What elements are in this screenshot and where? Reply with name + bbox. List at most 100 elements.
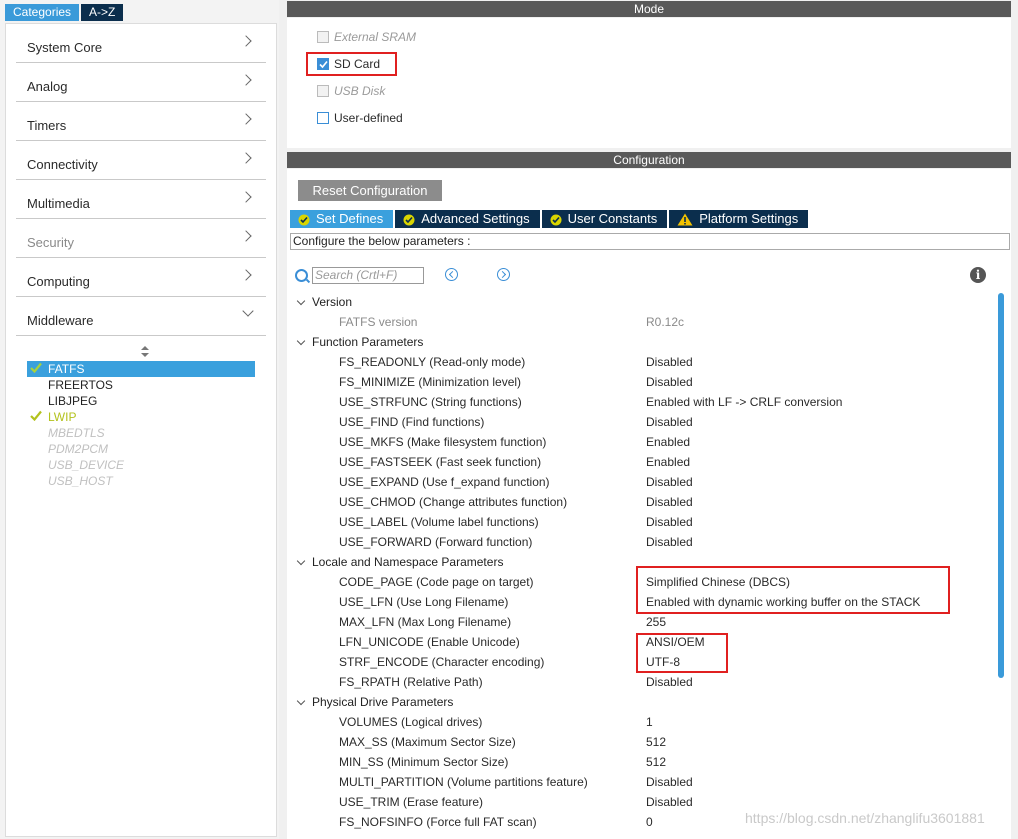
- category-middleware[interactable]: Middleware: [16, 297, 266, 336]
- group-version[interactable]: Version: [287, 292, 987, 312]
- param-row[interactable]: USE_MKFS (Make filesystem function) Enabl…: [287, 432, 987, 452]
- config-tabs: Set Defines Advanced Settings User Const…: [290, 210, 810, 228]
- param-value: Disabled: [646, 375, 693, 389]
- param-name: MAX_SS (Maximum Sector Size): [339, 735, 516, 749]
- category-label: System Core: [27, 40, 103, 55]
- previous-result-icon[interactable]: [445, 268, 458, 281]
- check-icon: [30, 410, 42, 421]
- mode-header: Mode: [287, 1, 1011, 17]
- param-value: Disabled: [646, 495, 693, 509]
- param-name: USE_TRIM (Erase feature): [339, 795, 484, 809]
- tab-a-to-z[interactable]: A->Z: [81, 4, 124, 21]
- param-row[interactable]: MIN_SS (Minimum Sector Size) 512: [287, 752, 987, 772]
- param-row[interactable]: USE_FORWARD (Forward function) Disabled: [287, 532, 987, 552]
- param-row[interactable]: USE_FASTSEEK (Fast seek function) Enabled: [287, 452, 987, 472]
- param-value: Disabled: [646, 675, 693, 689]
- chevron-right-icon: [240, 269, 252, 281]
- category-connectivity[interactable]: Connectivity: [16, 141, 266, 180]
- param-row[interactable]: USE_FIND (Find functions) Disabled: [287, 412, 987, 432]
- param-row[interactable]: USE_TRIM (Erase feature) Disabled: [287, 792, 987, 812]
- category-computing[interactable]: Computing: [16, 258, 266, 297]
- expand-toggle-icon[interactable]: [296, 336, 306, 346]
- middleware-item-usb-host[interactable]: USB_HOST: [27, 473, 255, 489]
- param-row[interactable]: USE_LABEL (Volume label functions) Disabl…: [287, 512, 987, 532]
- watermark: https://blog.csdn.net/zhanglifu3601881: [745, 810, 985, 826]
- group-label: Locale and Namespace Parameters: [312, 555, 504, 569]
- expand-toggle-icon[interactable]: [296, 556, 306, 566]
- param-name: USE_MKFS (Make filesystem function): [339, 435, 547, 449]
- tab-label: Advanced Settings: [421, 211, 530, 226]
- mode-label: USB Disk: [334, 84, 386, 98]
- param-row[interactable]: USE_STRFUNC (String functions) Enabled wi…: [287, 392, 987, 412]
- tab-platform-settings[interactable]: Platform Settings: [669, 210, 809, 228]
- chevron-down-icon: [242, 305, 254, 317]
- param-name: USE_FORWARD (Forward function): [339, 535, 533, 549]
- checkbox[interactable]: [317, 31, 329, 43]
- group-physical-drive[interactable]: Physical Drive Parameters: [287, 692, 987, 712]
- category-label: Timers: [27, 118, 67, 133]
- middleware-label: LWIP: [48, 410, 77, 424]
- param-value: Disabled: [646, 475, 693, 489]
- param-value: Enabled: [646, 455, 691, 469]
- group-function-parameters[interactable]: Function Parameters: [287, 332, 987, 352]
- param-value: Enabled: [646, 435, 691, 449]
- param-value: 0: [646, 815, 653, 829]
- param-row[interactable]: USE_CHMOD (Change attributes function) Di…: [287, 492, 987, 512]
- param-row[interactable]: USE_EXPAND (Use f_expand function) Disabl…: [287, 472, 987, 492]
- category-timers[interactable]: Timers: [16, 102, 266, 141]
- category-security[interactable]: Security: [16, 219, 266, 258]
- param-row[interactable]: FATFS version R0.12c: [287, 312, 987, 332]
- checkbox[interactable]: [317, 85, 329, 97]
- param-name: FS_MINIMIZE (Minimization level): [339, 375, 522, 389]
- chevron-right-icon: [240, 113, 252, 125]
- param-name: FS_RPATH (Relative Path): [339, 675, 483, 689]
- param-row[interactable]: VOLUMES (Logical drives) 1: [287, 712, 987, 732]
- group-label: Physical Drive Parameters: [312, 695, 454, 709]
- param-row[interactable]: FS_RPATH (Relative Path) Disabled: [287, 672, 987, 692]
- category-label: Multimedia: [27, 196, 90, 211]
- middleware-item-lwip[interactable]: LWIP: [27, 409, 255, 425]
- category-analog[interactable]: Analog: [16, 63, 266, 102]
- param-value: Disabled: [646, 515, 693, 529]
- middleware-item-libjpeg[interactable]: LIBJPEG: [27, 393, 255, 409]
- search-input[interactable]: Search (Crtl+F): [312, 267, 424, 284]
- param-name: FATFS version: [339, 315, 418, 329]
- middleware-item-fatfs[interactable]: FATFS: [27, 361, 255, 377]
- checkbox[interactable]: [317, 112, 329, 124]
- param-row[interactable]: FS_READONLY (Read-only mode) Disabled: [287, 352, 987, 372]
- middleware-item-freertos[interactable]: FREERTOS: [27, 377, 255, 393]
- param-row[interactable]: FS_MINIMIZE (Minimization level) Disabled: [287, 372, 987, 392]
- annotation-highlight: [636, 633, 728, 673]
- reset-configuration-button[interactable]: Reset Configuration: [298, 180, 442, 201]
- middleware-item-mbedtls[interactable]: MBEDTLS: [27, 425, 255, 441]
- middleware-label: USB_DEVICE: [48, 458, 125, 472]
- next-result-icon[interactable]: [497, 268, 510, 281]
- info-icon[interactable]: i: [970, 267, 986, 283]
- left-panel: Categories A->Z System Core Analog Timer…: [0, 0, 279, 839]
- param-row[interactable]: MAX_LFN (Max Long Filename) 255: [287, 612, 987, 632]
- middleware-item-pdm2pcm[interactable]: PDM2PCM: [27, 441, 255, 457]
- category-multimedia[interactable]: Multimedia: [16, 180, 266, 219]
- param-name: USE_LFN (Use Long Filename): [339, 595, 509, 609]
- param-row[interactable]: MULTI_PARTITION (Volume partitions featu…: [287, 772, 987, 792]
- category-list: System Core Analog Timers Connectivity M…: [5, 23, 277, 837]
- category-system-core[interactable]: System Core: [16, 24, 266, 63]
- chevron-right-icon: [240, 230, 252, 242]
- category-label: Middleware: [27, 313, 94, 328]
- sort-icon[interactable]: [140, 346, 149, 360]
- expand-toggle-icon[interactable]: [296, 696, 306, 706]
- chevron-right-icon: [240, 152, 252, 164]
- tab-user-constants[interactable]: User Constants: [541, 210, 668, 228]
- middleware-item-usb-device[interactable]: USB_DEVICE: [27, 457, 255, 473]
- param-name: MIN_SS (Minimum Sector Size): [339, 755, 509, 769]
- group-label: Version: [312, 295, 353, 309]
- mode-label: User-defined: [334, 111, 403, 125]
- param-row[interactable]: MAX_SS (Maximum Sector Size) 512: [287, 732, 987, 752]
- tab-categories[interactable]: Categories: [5, 4, 80, 21]
- check-circle-icon: [403, 213, 415, 226]
- expand-toggle-icon[interactable]: [296, 296, 306, 306]
- vertical-scrollbar[interactable]: [998, 293, 1004, 678]
- tab-set-defines[interactable]: Set Defines: [290, 210, 394, 228]
- tab-advanced-settings[interactable]: Advanced Settings: [395, 210, 540, 228]
- middleware-label: MBEDTLS: [48, 426, 105, 440]
